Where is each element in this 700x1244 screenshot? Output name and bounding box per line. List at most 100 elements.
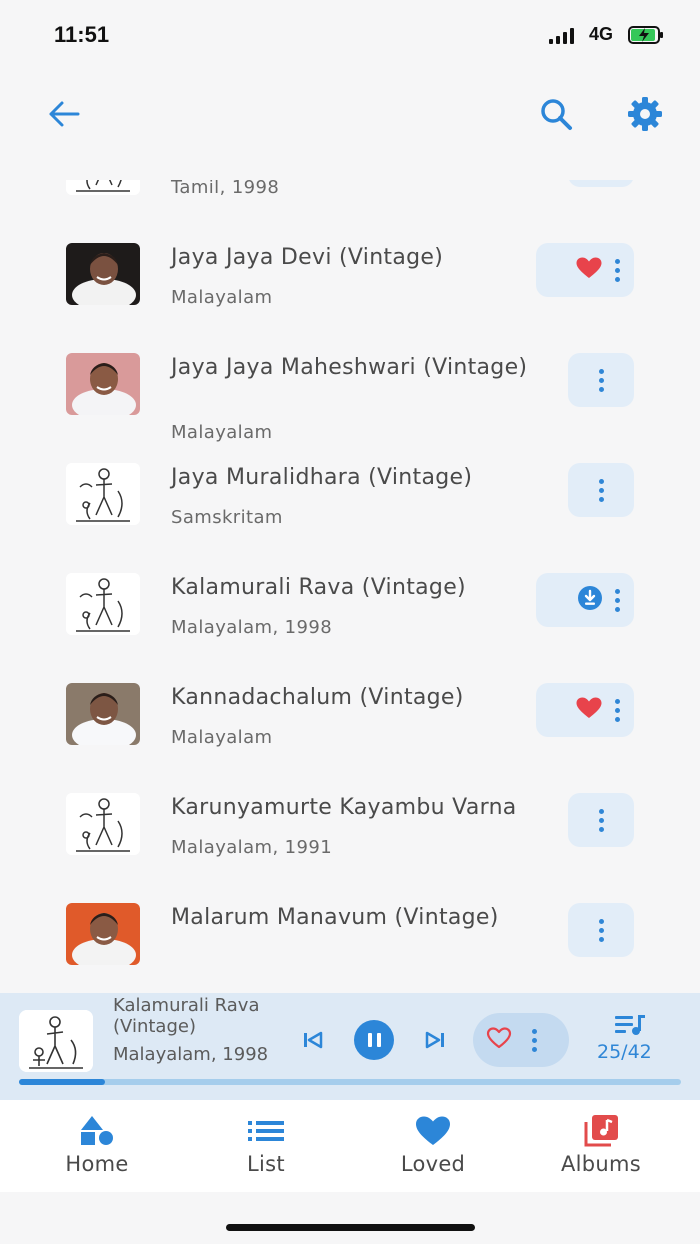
- tab-albums[interactable]: Albums: [549, 1100, 653, 1192]
- status-bar: 11:51 4G: [0, 0, 700, 70]
- song-row[interactable]: Kannadachalum (Vintage) Malayalam: [0, 651, 700, 761]
- playlist-icon: [615, 1015, 645, 1035]
- playback-progress-fill: [19, 1079, 106, 1085]
- search-button[interactable]: [532, 90, 580, 138]
- song-subtitle: Tamil, 1998: [171, 180, 280, 198]
- more-options-button[interactable]: [598, 368, 604, 392]
- song-row[interactable]: Kalamurali Rava (Vintage) Malayalam, 1998: [0, 541, 700, 651]
- song-subtitle: Malayalam, 1991: [171, 837, 333, 858]
- song-title: Karunyamurte Kayambu Varna: [171, 795, 517, 820]
- photo-thumbnail-icon: [66, 683, 140, 745]
- song-title: Kalamurali Rava (Vintage): [171, 575, 466, 600]
- more-options-button[interactable]: [615, 698, 620, 722]
- status-time: 11:51: [54, 22, 110, 47]
- next-button[interactable]: [423, 1028, 447, 1056]
- player-song-subtitle: Malayalam, 1998: [113, 1044, 269, 1065]
- more-vert-icon: [598, 478, 604, 484]
- more-vert-icon: [615, 258, 620, 264]
- song-thumbnail: [66, 683, 140, 745]
- song-list[interactable]: Tamil, 1998 Jaya Jaya Devi (Vintage) Mala…: [0, 180, 700, 968]
- song-actions: [568, 463, 634, 517]
- song-subtitle: Samskritam: [171, 507, 283, 528]
- song-title: Kannadachalum (Vintage): [171, 685, 464, 710]
- photo-thumbnail-icon: [66, 353, 140, 415]
- song-thumbnail: [66, 463, 140, 525]
- more-vert-icon: [532, 1028, 537, 1034]
- song-thumbnail: [66, 353, 140, 415]
- song-row[interactable]: Karunyamurte Kayambu Varna Malayalam, 199…: [0, 761, 700, 871]
- download-button[interactable]: [577, 585, 603, 615]
- albums-icon: [584, 1115, 618, 1147]
- line-art-icon: [66, 463, 140, 525]
- arrow-left-icon: [49, 101, 80, 127]
- song-subtitle: Malayalam, 1998: [171, 617, 333, 638]
- top-bar: [0, 80, 700, 150]
- song-actions: [536, 683, 634, 737]
- playback-progress[interactable]: [19, 1079, 681, 1085]
- queue-button[interactable]: [614, 1013, 646, 1041]
- song-title: Malarum Manavum (Vintage): [171, 905, 499, 930]
- heart-filled-icon: [576, 257, 602, 278]
- tab-list-label: List: [247, 1152, 285, 1176]
- download-icon: [578, 586, 602, 610]
- song-row[interactable]: Jaya Jaya Devi (Vintage) Malayalam: [0, 211, 700, 321]
- now-playing-bar[interactable]: Kalamurali Rava (Vintage) Malayalam, 199…: [0, 993, 700, 1100]
- heart-outline-icon: [486, 1027, 512, 1049]
- home-indicator: [226, 1224, 475, 1231]
- song-subtitle: Malayalam: [171, 287, 273, 308]
- song-row[interactable]: Jaya Muralidhara (Vintage) Samskritam: [0, 431, 700, 541]
- song-actions: [568, 903, 634, 957]
- back-button[interactable]: [40, 90, 88, 138]
- song-subtitle: Malayalam: [171, 727, 273, 748]
- queue-count: 25/42: [597, 1041, 652, 1063]
- more-vert-icon: [598, 918, 604, 924]
- more-options-button[interactable]: [598, 808, 604, 832]
- song-row[interactable]: Jaya Jaya Maheshwari (Vintage) Malayalam: [0, 321, 700, 443]
- tab-loved-label: Loved: [400, 1152, 466, 1176]
- song-thumbnail: [66, 243, 140, 305]
- line-art-icon: [66, 573, 140, 635]
- tab-albums-label: Albums: [560, 1152, 642, 1176]
- previous-button[interactable]: [301, 1028, 325, 1056]
- loved-button[interactable]: [575, 696, 603, 724]
- song-actions: [568, 353, 634, 407]
- skip-next-icon: [425, 1031, 444, 1049]
- player-love-button[interactable]: [486, 1026, 512, 1054]
- more-vert-icon: [615, 588, 620, 594]
- song-title: Jaya Muralidhara (Vintage): [171, 465, 473, 490]
- player-song-title: Kalamurali Rava (Vintage): [113, 995, 260, 1037]
- search-icon: [541, 99, 572, 130]
- heart-filled-icon: [576, 697, 602, 718]
- more-options-button[interactable]: [598, 478, 604, 502]
- pause-icon: [367, 1033, 372, 1047]
- loved-button[interactable]: [575, 256, 603, 284]
- song-thumbnail: [66, 573, 140, 635]
- tab-list[interactable]: List: [226, 1100, 306, 1192]
- list-icon: [248, 1121, 284, 1141]
- song-actions: [536, 243, 634, 297]
- network-label: 4G: [589, 24, 614, 44]
- song-actions: [568, 793, 634, 847]
- song-title: Jaya Jaya Maheshwari (Vintage): [171, 355, 528, 380]
- shapes-icon: [81, 1116, 113, 1145]
- song-row[interactable]: Tamil, 1998: [0, 180, 700, 211]
- more-options-button[interactable]: [615, 258, 620, 282]
- more-options-button[interactable]: [598, 918, 604, 942]
- song-actions: [536, 573, 634, 627]
- photo-thumbnail-icon: [66, 903, 140, 965]
- line-art-icon: [19, 1010, 93, 1072]
- line-art-icon: [66, 180, 140, 195]
- settings-button[interactable]: [621, 90, 669, 138]
- tab-home[interactable]: Home: [55, 1100, 139, 1192]
- player-album-art[interactable]: [19, 1010, 93, 1072]
- photo-thumbnail-icon: [66, 243, 140, 305]
- more-options-button[interactable]: [615, 588, 620, 612]
- tab-home-label: Home: [65, 1152, 129, 1176]
- bottom-tab-bar: Home List Loved Albums: [0, 1100, 700, 1192]
- song-actions: [568, 180, 634, 187]
- song-row[interactable]: Malarum Manavum (Vintage): [0, 871, 700, 968]
- pause-button[interactable]: [354, 1020, 394, 1060]
- skip-previous-icon: [304, 1031, 323, 1049]
- player-more-button[interactable]: [532, 1028, 537, 1052]
- tab-loved[interactable]: Loved: [390, 1100, 476, 1192]
